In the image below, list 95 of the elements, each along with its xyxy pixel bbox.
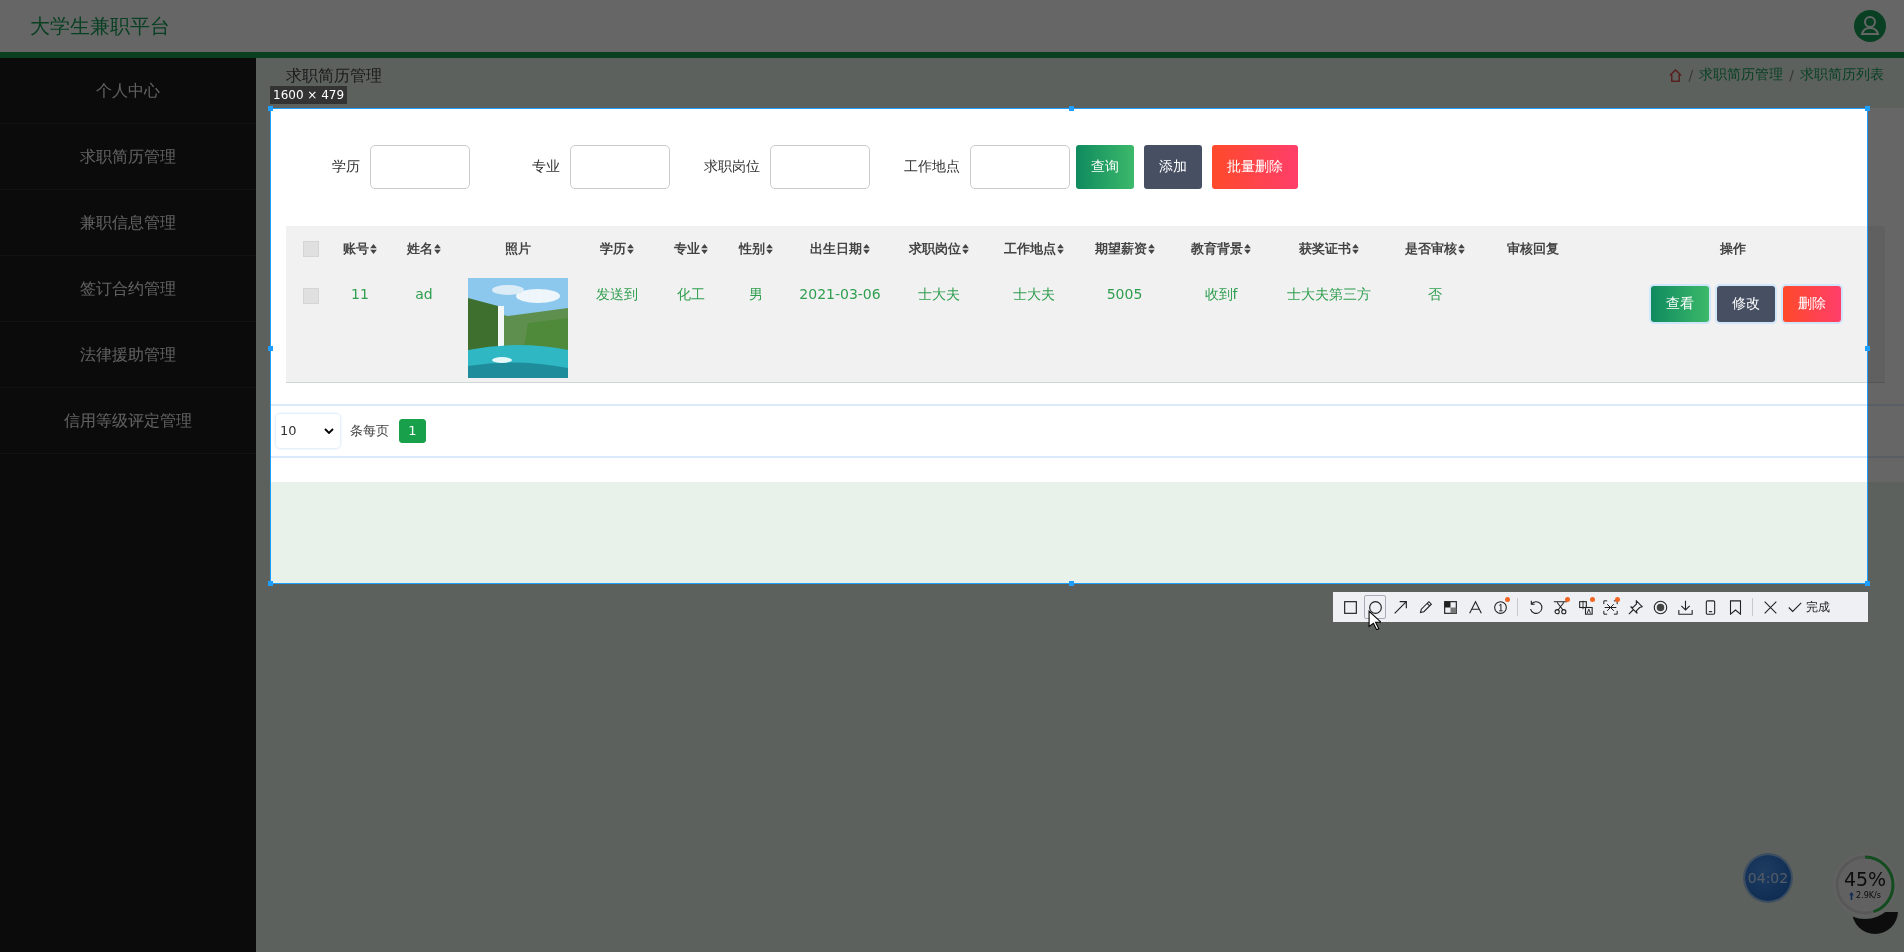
selection-size-label: 1600 × 479 xyxy=(270,86,348,104)
close-icon xyxy=(1762,599,1778,615)
breadcrumb-separator: / xyxy=(1688,67,1694,83)
table-cell: 男 xyxy=(720,272,791,382)
download-icon xyxy=(1677,599,1693,615)
column-header[interactable]: 性别 xyxy=(738,240,765,258)
notification-dot xyxy=(1565,597,1570,602)
breadcrumb-separator: / xyxy=(1789,67,1794,83)
page-size-select[interactable]: 10 xyxy=(276,413,340,448)
table-cell: 士大夫 xyxy=(889,272,988,382)
resize-handle[interactable] xyxy=(1069,106,1074,111)
meter-reading: 45% xyxy=(1843,870,1887,889)
text-tool-icon xyxy=(1467,599,1483,615)
checkbox[interactable] xyxy=(302,241,319,258)
table-cell: 否 xyxy=(1385,272,1485,382)
filter-label: 学历 xyxy=(331,158,360,176)
filter-field[interactable] xyxy=(970,145,1070,189)
column-header[interactable]: 期望薪资 xyxy=(1094,240,1147,258)
done-button[interactable]: 完成 xyxy=(1788,598,1830,616)
table-cell: 2021-03-06 xyxy=(791,272,889,382)
scissors-icon xyxy=(1552,599,1568,615)
sort-icon[interactable] xyxy=(961,244,969,254)
resize-handle[interactable] xyxy=(1865,346,1870,351)
record-icon xyxy=(1652,599,1668,615)
column-header[interactable]: 操作 xyxy=(1719,240,1746,258)
sort-icon[interactable] xyxy=(434,244,441,254)
column-header[interactable]: 照片 xyxy=(504,240,531,258)
undo-icon xyxy=(1527,599,1543,615)
table-cell: 士大夫第三方 xyxy=(1272,272,1385,382)
resize-handle[interactable] xyxy=(268,346,273,351)
notification-dot xyxy=(1505,597,1510,602)
column-header[interactable]: 专业 xyxy=(674,240,700,258)
translate-icon xyxy=(1577,599,1593,615)
chevron-down-icon xyxy=(324,427,334,434)
sort-icon[interactable] xyxy=(765,244,773,254)
sort-icon[interactable] xyxy=(1056,244,1064,254)
pin-icon xyxy=(1627,599,1643,615)
column-header[interactable]: 教育背景 xyxy=(1191,240,1243,258)
column-header[interactable]: 姓名 xyxy=(407,240,433,258)
resize-handle[interactable] xyxy=(1069,581,1074,586)
filter-field[interactable] xyxy=(370,145,470,189)
square-icon xyxy=(1342,599,1358,615)
table-cell: 士大夫 xyxy=(988,272,1079,382)
column-header[interactable]: 求职岗位 xyxy=(908,240,961,258)
column-header[interactable]: 账号 xyxy=(343,240,369,258)
resize-handle[interactable] xyxy=(1865,106,1870,111)
resize-handle[interactable] xyxy=(1865,581,1870,586)
table-cell: 11 xyxy=(335,272,385,382)
numbered-circle-icon xyxy=(1492,599,1508,615)
column-header[interactable]: 出生日期 xyxy=(810,240,862,258)
sort-icon[interactable] xyxy=(370,244,377,254)
resize-handle[interactable] xyxy=(268,581,273,586)
per-page-label: 条每页 xyxy=(350,421,389,440)
column-header[interactable]: 学历 xyxy=(600,240,626,258)
sort-icon[interactable] xyxy=(627,244,634,254)
notification-dot xyxy=(1590,597,1595,602)
view-button[interactable]: 查看 xyxy=(1650,286,1709,322)
checkbox[interactable] xyxy=(302,288,319,304)
column-header[interactable]: 工作地点 xyxy=(1003,240,1056,258)
upload-speed: 2.9K/s xyxy=(1856,891,1881,900)
table-cell: ad xyxy=(385,272,463,382)
check-icon xyxy=(1788,601,1802,613)
filter-field[interactable] xyxy=(570,145,670,189)
edit-button[interactable]: 修改 xyxy=(1716,286,1775,322)
table-cell: 化工 xyxy=(662,272,720,382)
search-button[interactable]: 查询 xyxy=(1076,145,1134,189)
column-header[interactable]: 获奖证书 xyxy=(1298,240,1351,258)
add-button[interactable]: 添加 xyxy=(1144,145,1202,189)
sort-icon[interactable] xyxy=(1244,244,1251,254)
filter-field[interactable] xyxy=(770,145,870,189)
sort-icon[interactable] xyxy=(1147,244,1155,254)
filter-label: 求职岗位 xyxy=(703,158,760,176)
filter-label: 工作地点 xyxy=(903,158,960,176)
resize-handle[interactable] xyxy=(268,106,273,111)
column-header[interactable]: 是否审核 xyxy=(1405,240,1457,258)
checker-icon xyxy=(1442,599,1458,615)
table-cell: 收到f xyxy=(1170,272,1272,382)
page-title: 求职简历管理 xyxy=(286,66,382,87)
scan-icon xyxy=(1602,599,1618,615)
sort-icon[interactable] xyxy=(701,244,708,254)
cursor-icon xyxy=(1368,610,1381,630)
notification-dot xyxy=(1615,597,1620,602)
table-cell: 5005 xyxy=(1079,272,1170,382)
column-header[interactable]: 审核回复 xyxy=(1506,240,1559,258)
sort-icon[interactable] xyxy=(863,244,870,254)
circle-icon xyxy=(1367,599,1383,615)
pencil-icon xyxy=(1417,599,1433,615)
sort-icon[interactable] xyxy=(1351,244,1359,254)
arrow-up-icon xyxy=(1849,891,1855,900)
filter-label: 专业 xyxy=(531,158,560,176)
app-title: 大学生兼职平台 xyxy=(30,12,170,40)
table-cell: 发送到 xyxy=(572,272,662,382)
sort-icon[interactable] xyxy=(1458,244,1465,254)
arrow-icon xyxy=(1392,599,1408,615)
bookmark-icon xyxy=(1727,599,1743,615)
